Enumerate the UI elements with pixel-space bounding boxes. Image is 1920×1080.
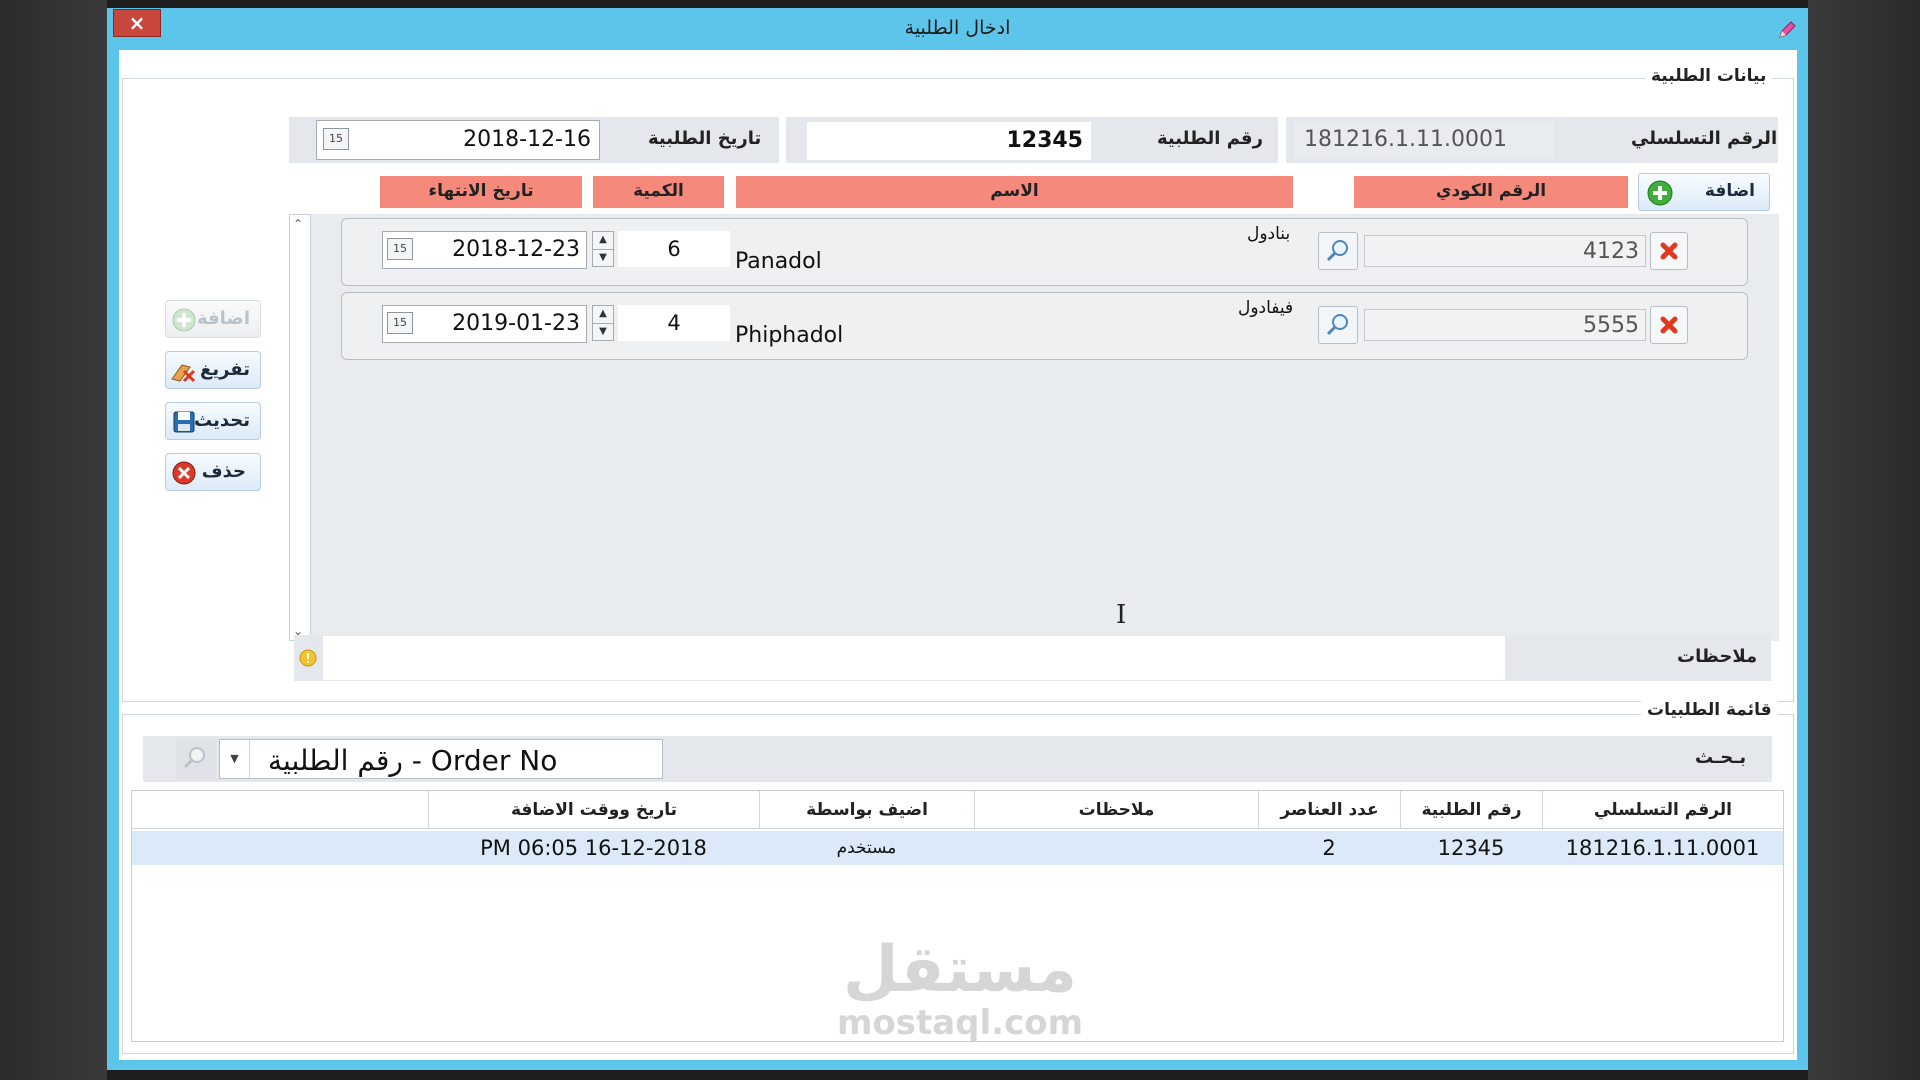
table-header: الرقم التسلسلي رقم الطلبية عدد العناصر م… bbox=[132, 791, 1783, 829]
column-added-by[interactable]: اضيف بواسطة bbox=[759, 791, 974, 829]
item-name-ar: بنادول bbox=[1247, 224, 1291, 244]
notes-label: ملاحظات bbox=[1677, 646, 1758, 667]
item-search-button[interactable] bbox=[1318, 232, 1358, 270]
serial-field: 181216.1.11.0001 bbox=[1294, 122, 1554, 158]
item-name-ar: فيفادول bbox=[1238, 298, 1294, 318]
header-quantity: الكمية bbox=[593, 176, 724, 208]
calendar-icon[interactable]: 15 bbox=[387, 238, 413, 260]
search-button[interactable] bbox=[176, 739, 216, 779]
serial-label: الرقم التسلسلي bbox=[1631, 128, 1778, 149]
window-client-area: بيانات الطلبية الرقم التسلسلي 181216.1.1… bbox=[119, 50, 1797, 1060]
item-name-en: Phiphadol bbox=[735, 323, 844, 348]
cell-notes bbox=[974, 831, 1258, 865]
expiry-date-picker[interactable]: 15 2019-01-23 bbox=[382, 305, 587, 343]
items-scrollbar[interactable]: ⌃ ⌄ bbox=[289, 214, 311, 641]
clear-button[interactable]: تفريغ bbox=[165, 351, 261, 389]
update-button[interactable]: تحديث bbox=[165, 402, 261, 440]
warning-icon bbox=[299, 649, 317, 667]
pencil-icon bbox=[1779, 21, 1796, 38]
scroll-up-icon[interactable]: ⌃ bbox=[293, 217, 303, 231]
item-name-en: Panadol bbox=[735, 249, 822, 274]
expiry-date-value: 2019-01-23 bbox=[452, 311, 580, 336]
red-x-icon bbox=[1660, 242, 1678, 260]
cell-added-by: مستخدم bbox=[836, 838, 897, 858]
header-name: الاسم bbox=[736, 176, 1293, 208]
quantity-spinner[interactable]: ▲ ▼ bbox=[592, 305, 614, 341]
close-button[interactable]: × bbox=[113, 9, 161, 37]
clear-label: تفريغ bbox=[200, 359, 250, 380]
order-date-label: تاريخ الطلبية bbox=[648, 128, 762, 149]
order-number-label: رقم الطلبية bbox=[1157, 128, 1263, 149]
add-order-label: اضافة bbox=[196, 308, 250, 329]
background-left bbox=[0, 0, 107, 1080]
search-label: بـحـث bbox=[1695, 747, 1747, 768]
delete-circle-icon bbox=[172, 461, 196, 485]
delete-label: حذف bbox=[201, 461, 246, 482]
title-bar: ادخال الطلبية × bbox=[107, 8, 1808, 50]
expiry-date-value: 2018-12-23 bbox=[452, 237, 580, 262]
item-code-field[interactable]: 5555 bbox=[1364, 309, 1646, 341]
calendar-icon[interactable]: 15 bbox=[387, 312, 413, 334]
column-notes[interactable]: ملاحظات bbox=[974, 791, 1258, 829]
spin-down-icon[interactable]: ▼ bbox=[593, 250, 613, 267]
plus-icon bbox=[172, 308, 196, 332]
item-quantity-field[interactable]: 4 bbox=[618, 305, 730, 341]
order-number-field[interactable]: 12345 bbox=[807, 122, 1091, 160]
add-order-button[interactable]: اضافة bbox=[165, 300, 261, 338]
header-code: الرقم الكودي bbox=[1354, 176, 1628, 208]
save-disk-icon bbox=[173, 411, 195, 433]
table-row[interactable]: 181216.1.11.0001 12345 2 مستخدم PM 06:05… bbox=[132, 831, 1783, 865]
quantity-spinner[interactable]: ▲ ▼ bbox=[592, 231, 614, 267]
column-order-number[interactable]: رقم الطلبية bbox=[1400, 791, 1542, 829]
cell-item-count: 2 bbox=[1322, 836, 1336, 860]
cell-serial: 181216.1.11.0001 bbox=[1565, 836, 1760, 860]
column-added-at[interactable]: تاريخ ووقت الاضافة bbox=[428, 791, 759, 829]
order-data-title: بيانات الطلبية bbox=[1645, 66, 1773, 86]
item-row: 4123 بنادول Panadol 6 ▲ ▼ 15 2018-12-23 bbox=[341, 218, 1748, 286]
item-quantity-field[interactable]: 6 bbox=[618, 231, 730, 267]
spin-up-icon[interactable]: ▲ bbox=[593, 232, 613, 250]
item-row: 5555 فيفادول Phiphadol 4 ▲ ▼ 15 2019-01-… bbox=[341, 292, 1748, 360]
column-serial[interactable]: الرقم التسلسلي bbox=[1542, 791, 1783, 829]
delete-button[interactable]: حذف bbox=[165, 453, 261, 491]
orders-list-title: قائمة الطلبيات bbox=[1641, 700, 1778, 720]
spin-down-icon[interactable]: ▼ bbox=[593, 324, 613, 341]
update-label: تحديث bbox=[194, 410, 250, 431]
search-dropdown[interactable]: ▼ رقم الطلبية - Order No bbox=[219, 739, 663, 779]
magnifier-icon bbox=[1326, 314, 1348, 336]
orders-table: الرقم التسلسلي رقم الطلبية عدد العناصر م… bbox=[131, 790, 1784, 1042]
red-x-icon bbox=[1660, 316, 1678, 334]
add-item-label: اضافة bbox=[1704, 181, 1755, 201]
text-cursor-icon: I bbox=[1116, 600, 1127, 630]
remove-item-button[interactable] bbox=[1650, 306, 1688, 344]
order-entry-window: ادخال الطلبية × بيانات الطلبية الرقم الت… bbox=[107, 8, 1808, 1070]
magnifier-icon bbox=[1326, 240, 1348, 262]
green-plus-icon bbox=[1647, 180, 1673, 206]
search-field-value: رقم الطلبية - Order No bbox=[268, 744, 558, 777]
eraser-icon bbox=[171, 364, 196, 383]
remove-item-button[interactable] bbox=[1650, 232, 1688, 270]
add-item-button[interactable]: اضافة bbox=[1638, 173, 1770, 211]
chevron-down-icon[interactable]: ▼ bbox=[220, 740, 250, 778]
window-title: ادخال الطلبية bbox=[904, 17, 1011, 39]
item-search-button[interactable] bbox=[1318, 306, 1358, 344]
order-date-picker[interactable]: 15 2018-12-16 bbox=[316, 120, 600, 160]
background-right bbox=[1808, 0, 1920, 1080]
expiry-date-picker[interactable]: 15 2018-12-23 bbox=[382, 231, 587, 269]
column-item-count[interactable]: عدد العناصر bbox=[1258, 791, 1400, 829]
calendar-icon[interactable]: 15 bbox=[323, 128, 349, 150]
item-code-field[interactable]: 4123 bbox=[1364, 235, 1646, 267]
header-expiry: تاريخ الانتهاء bbox=[380, 176, 582, 208]
cell-added-at: PM 06:05 16-12-2018 bbox=[480, 836, 707, 860]
magnifier-icon bbox=[183, 747, 205, 769]
spin-up-icon[interactable]: ▲ bbox=[593, 306, 613, 324]
notes-field[interactable] bbox=[322, 635, 1506, 681]
cell-order-number: 12345 bbox=[1437, 836, 1505, 860]
order-date-value: 2018-12-16 bbox=[463, 127, 591, 152]
